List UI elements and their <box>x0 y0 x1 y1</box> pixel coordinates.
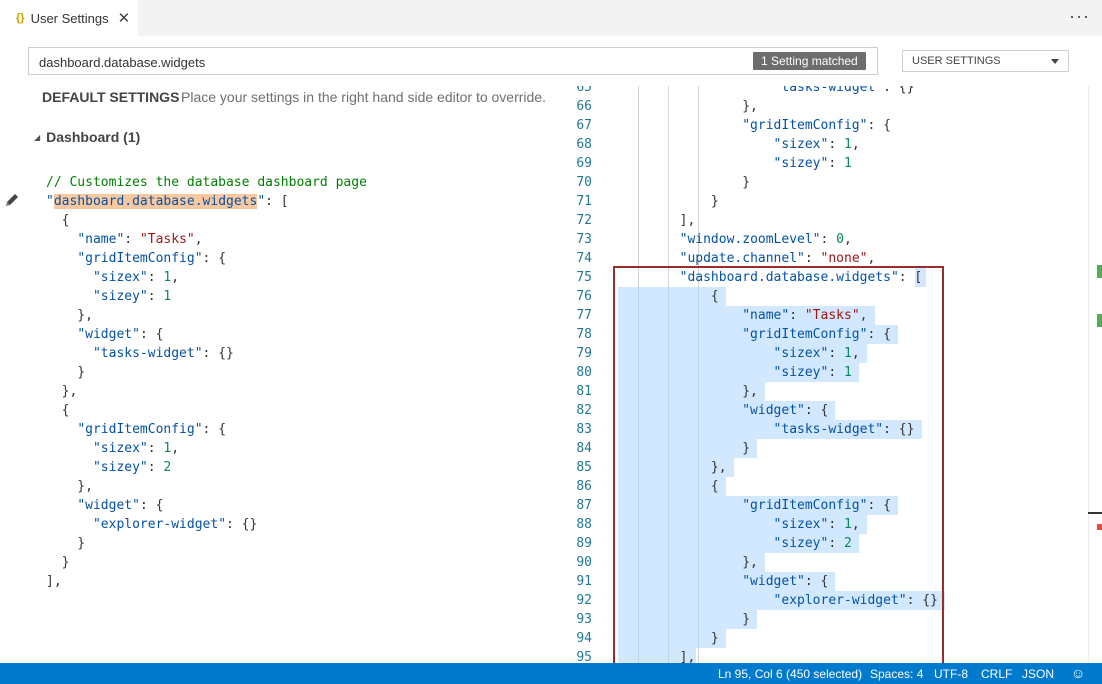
tab-title: User Settings <box>30 10 109 26</box>
pencil-icon[interactable] <box>4 192 20 208</box>
tab-bar: {} User Settings ✕ ··· <box>0 0 1102 36</box>
code-text: }, <box>617 99 758 114</box>
line-number: 74 <box>576 251 592 266</box>
line-number: 76 <box>576 289 592 304</box>
status-indentation[interactable]: Spaces: 4 <box>870 667 923 681</box>
settings-search-input[interactable]: dashboard.database.widgets <box>28 47 878 75</box>
status-eol[interactable]: CRLF <box>981 667 1012 681</box>
line-number: 71 <box>576 194 592 209</box>
change-marker <box>1097 265 1102 278</box>
code-text: } <box>617 175 751 190</box>
close-icon[interactable]: ✕ <box>118 9 131 27</box>
default-settings-code: // Customizes the database dashboard pag… <box>46 175 367 589</box>
line-number: 81 <box>576 384 592 399</box>
line-number: 86 <box>576 479 592 494</box>
status-cursor-position[interactable]: Ln 95, Col 6 (450 selected) <box>718 667 862 681</box>
setting-key-highlighted: dashboard.database.widgets <box>53 194 258 209</box>
editor-scrollbar[interactable] <box>1088 86 1102 663</box>
code-text: "sizex": 1, <box>773 137 860 152</box>
status-encoding[interactable]: UTF-8 <box>934 667 968 681</box>
line-number: 80 <box>576 365 592 380</box>
line-number: 69 <box>576 156 592 171</box>
code-line: 68 "sizex": 1, <box>550 135 1102 154</box>
search-input-value: dashboard.database.widgets <box>39 55 206 70</box>
line-number: 78 <box>576 327 592 342</box>
line-number: 84 <box>576 441 592 456</box>
code-line: 69 "sizey": 1 <box>550 154 1102 173</box>
line-number: 90 <box>576 555 592 570</box>
line-number: 95 <box>576 650 592 663</box>
code-line: 73 "window.zoomLevel": 0, <box>550 230 1102 249</box>
default-settings-description: Place your settings in the right hand si… <box>181 89 546 105</box>
tab-user-settings[interactable]: {} User Settings ✕ <box>0 0 138 36</box>
code-comment: // Customizes the database dashboard pag… <box>46 175 367 190</box>
change-marker <box>1097 314 1102 327</box>
code-line: 67 "gridItemConfig": { <box>550 116 1102 135</box>
chevron-down-icon <box>1051 59 1059 64</box>
settings-matched-badge: 1 Setting matched <box>753 52 866 70</box>
status-language[interactable]: JSON <box>1022 667 1054 681</box>
line-number: 83 <box>576 422 592 437</box>
line-number: 70 <box>576 175 592 190</box>
section-dashboard[interactable]: ◢ Dashboard (1) <box>34 129 140 145</box>
line-number: 68 <box>576 137 592 152</box>
code-text: "gridItemConfig": { <box>742 118 891 133</box>
collapse-triangle-icon: ◢ <box>34 133 41 142</box>
selection-outline <box>613 266 944 666</box>
code-line: 70 } <box>550 173 1102 192</box>
line-number: 75 <box>576 270 592 285</box>
line-number: 92 <box>576 593 592 608</box>
line-number: 94 <box>576 631 592 646</box>
code-text: "tasks-widget": {} <box>773 86 915 95</box>
code-text: } <box>617 194 719 209</box>
code-line: 72 ], <box>550 211 1102 230</box>
line-number: 73 <box>576 232 592 247</box>
code-text: "sizey": 1 <box>773 156 852 171</box>
line-number: 66 <box>576 99 592 114</box>
line-number: 65 <box>576 86 592 95</box>
code-line: 66 }, <box>550 97 1102 116</box>
code-text: ], <box>617 213 696 228</box>
smiley-feedback-icon[interactable]: ☺ <box>1071 665 1085 681</box>
line-number: 82 <box>576 403 592 418</box>
line-number: 87 <box>576 498 592 513</box>
line-number: 77 <box>576 308 592 323</box>
line-number: 91 <box>576 574 592 589</box>
scope-selected-value: USER SETTINGS <box>912 55 1001 67</box>
line-number: 72 <box>576 213 592 228</box>
scroll-position-marker <box>1088 512 1102 514</box>
code-line: 71 } <box>550 192 1102 211</box>
error-marker <box>1097 524 1102 530</box>
section-label: Dashboard (1) <box>46 129 141 145</box>
line-number: 79 <box>576 346 592 361</box>
line-number: 85 <box>576 460 592 475</box>
json-file-icon: {} <box>16 12 25 24</box>
more-actions-icon[interactable]: ··· <box>1069 6 1090 27</box>
default-settings-title: DEFAULT SETTINGS <box>42 89 180 105</box>
status-bar: Ln 95, Col 6 (450 selected) Spaces: 4 UT… <box>0 663 1102 684</box>
line-number: 93 <box>576 612 592 627</box>
line-number: 88 <box>576 517 592 532</box>
code-text: "window.zoomLevel": 0, <box>679 232 852 247</box>
line-number: 89 <box>576 536 592 551</box>
code-line: 65 "tasks-widget": {} <box>550 86 1102 97</box>
settings-scope-dropdown[interactable]: USER SETTINGS <box>902 50 1069 72</box>
line-number: 67 <box>576 118 592 133</box>
